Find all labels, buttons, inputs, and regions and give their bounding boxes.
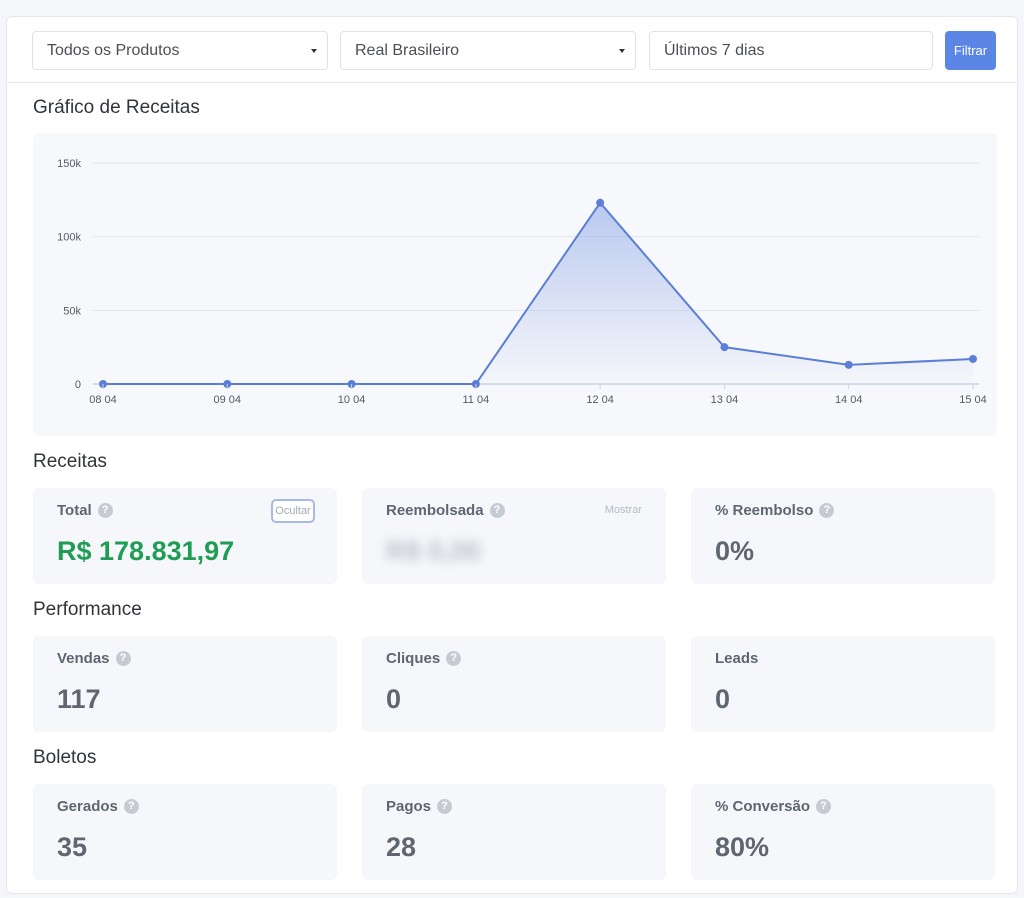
cliques-value: 0: [386, 684, 402, 714]
leads-label: Leads: [715, 650, 759, 667]
vendas-label-row: Vendas ?: [57, 650, 131, 667]
revenue-chart: 0 50k 100k 150k 08 04 09 04 10 04 11 04 12 04 13 …: [33, 133, 997, 436]
filter-bar: Todos os Produtos Real Brasileiro Último…: [7, 17, 1017, 83]
pagos-label-row: Pagos ?: [386, 798, 453, 815]
gerados-card: Gerados ? 35: [33, 784, 337, 880]
y-tick-label: 0: [75, 379, 81, 391]
help-icon[interactable]: ?: [115, 651, 131, 666]
help-icon[interactable]: ?: [816, 799, 832, 814]
performance-title: Performance: [33, 599, 142, 620]
revenue-chart-svg: 0 50k 100k 150k 08 04 09 04 10 04 11 04 12 04 13 …: [57, 158, 987, 406]
x-tick-label: 12 04: [586, 394, 614, 406]
help-icon[interactable]: ?: [97, 503, 113, 518]
chart-title: Gráfico de Receitas: [33, 97, 200, 118]
y-tick-label: 150k: [57, 158, 81, 170]
period-input-value: Últimos 7 dias: [664, 41, 765, 59]
reembolso-pct-value: 0%: [715, 536, 755, 566]
total-value: R$ 178.831,97: [57, 536, 235, 566]
x-tick-label: 09 04: [214, 394, 242, 406]
y-tick-label: 50k: [63, 305, 81, 317]
vendas-card: Vendas ? 117: [33, 636, 337, 732]
data-point: [969, 354, 977, 363]
hide-total-toggle[interactable]: Ocultar: [271, 499, 315, 523]
cliques-label-row: Cliques ?: [386, 650, 462, 667]
gerados-label: Gerados: [57, 798, 118, 815]
conversao-value: 80%: [715, 832, 770, 862]
leads-value: 0: [715, 684, 731, 714]
currency-select[interactable]: Real Brasileiro: [340, 31, 636, 70]
help-icon[interactable]: ?: [437, 799, 453, 814]
product-select[interactable]: Todos os Produtos: [32, 31, 328, 70]
product-select-value: Todos os Produtos: [47, 41, 180, 59]
x-tick-label: 11 04: [462, 394, 489, 406]
period-input[interactable]: Últimos 7 dias: [649, 31, 933, 70]
receitas-title: Receitas: [33, 451, 107, 472]
pagos-label: Pagos: [386, 798, 432, 815]
conversao-label-row: % Conversão ?: [715, 798, 832, 815]
x-tick-label: 08 04: [89, 394, 117, 406]
dashboard-panel: Todos os Produtos Real Brasileiro Último…: [6, 16, 1018, 894]
leads-label-row: Leads: [715, 650, 758, 667]
x-tick-label: 15 04: [959, 394, 987, 406]
currency-select-value: Real Brasileiro: [355, 41, 460, 59]
reembolsada-label-row: Reembolsada ?: [386, 502, 505, 519]
total-label: Total: [57, 502, 92, 519]
data-point: [596, 198, 605, 207]
pagos-card: Pagos ? 28: [362, 784, 666, 880]
help-icon[interactable]: ?: [123, 799, 139, 814]
pagos-value: 28: [386, 832, 417, 862]
help-icon[interactable]: ?: [489, 503, 505, 518]
gerados-value: 35: [57, 832, 88, 862]
data-point: [720, 343, 729, 352]
reembolso-pct-card: % Reembolso ? 0%: [691, 488, 995, 584]
x-tick-label: 14 04: [835, 394, 863, 406]
cliques-label: Cliques: [386, 650, 441, 667]
vendas-label: Vendas: [57, 650, 110, 667]
x-tick-label: 13 04: [711, 394, 739, 406]
total-card: Total ? Ocultar R$ 178.831,97: [33, 488, 337, 584]
data-point: [844, 360, 853, 369]
show-reembolsada-toggle[interactable]: Mostrar: [605, 504, 642, 516]
filter-button[interactable]: Filtrar: [945, 31, 996, 70]
conversao-card: % Conversão ? 80%: [691, 784, 995, 880]
chevron-down-icon: [311, 49, 317, 53]
reembolsada-card: Reembolsada ? Mostrar R$ 0,00: [362, 488, 666, 584]
total-label-row: Total ?: [57, 502, 113, 519]
gerados-label-row: Gerados ?: [57, 798, 139, 815]
boletos-title: Boletos: [33, 747, 97, 768]
cliques-card: Cliques ? 0: [362, 636, 666, 732]
help-icon[interactable]: ?: [819, 503, 835, 518]
x-tick-label: 10 04: [338, 394, 366, 406]
conversao-label: % Conversão: [715, 798, 811, 815]
y-tick-label: 100k: [57, 232, 81, 244]
vendas-value: 117: [57, 684, 101, 714]
reembolso-pct-label: % Reembolso: [715, 502, 814, 519]
reembolso-pct-label-row: % Reembolso ?: [715, 502, 835, 519]
reembolsada-value: R$ 0,00: [386, 536, 481, 566]
leads-card: Leads 0: [691, 636, 995, 732]
reembolsada-label: Reembolsada: [386, 502, 484, 519]
chevron-down-icon: [619, 49, 625, 53]
help-icon[interactable]: ?: [446, 651, 462, 666]
